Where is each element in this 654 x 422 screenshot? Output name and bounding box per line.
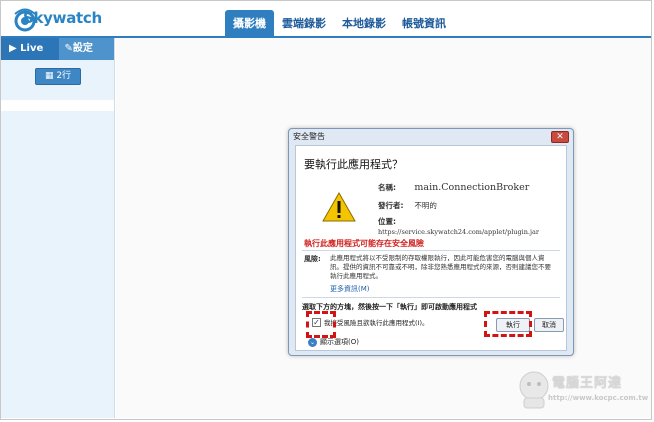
logo-text: Skywatch	[23, 9, 102, 27]
publisher-value: 不明的	[414, 201, 437, 210]
risk-title: 執行此應用程式可能存在安全風險	[304, 239, 424, 248]
show-options-toggle[interactable]: ⌄ 顯示選項(O)	[308, 337, 359, 347]
publisher-row: 發行者: 不明的	[378, 200, 437, 211]
divider	[302, 297, 560, 298]
show-options-label: 顯示選項(O)	[320, 338, 359, 346]
grid-layout-button[interactable]: ▦ 2行	[35, 68, 81, 85]
more-info-link[interactable]: 更多資訊(M)	[330, 284, 370, 294]
highlight-checkbox	[306, 311, 336, 338]
location-row: 位置: https://service.skywatch24.com/apple…	[378, 216, 566, 236]
sidebar-tab-settings-label: 設定	[72, 43, 93, 54]
top-header: Skywatch 攝影機 雲端錄影 本地錄影 帳號資訊	[1, 1, 651, 37]
camera-list-slot	[1, 100, 114, 111]
cancel-button[interactable]: 取消	[534, 318, 564, 332]
chevron-down-icon: ⌄	[308, 337, 317, 347]
sidebar-tab-live[interactable]: ▶ Live	[1, 38, 59, 60]
sidebar-tabs: ▶ Live ✎設定	[1, 38, 114, 60]
tab-cloud-recordings[interactable]: 雲端錄影	[274, 10, 334, 37]
watermark-text: 電腦王阿達	[552, 376, 623, 391]
app-name-value: main.ConnectionBroker	[414, 182, 530, 193]
pencil-icon: ✎	[64, 43, 73, 54]
app-name-label: 名稱:	[378, 183, 396, 192]
dialog-heading: 要執行此應用程式？	[304, 158, 403, 171]
tab-local-recordings[interactable]: 本地錄影	[334, 10, 394, 37]
risk-label: 風險:	[304, 255, 321, 263]
tab-account-info[interactable]: 帳號資訊	[394, 10, 454, 37]
grid-layout-label: 2行	[56, 71, 72, 81]
tab-cameras[interactable]: 攝影機	[225, 10, 274, 37]
app-name-row: 名稱: main.ConnectionBroker	[378, 182, 529, 193]
accept-risk-label: 我接受風險且欲執行此應用程式(I)。	[324, 319, 429, 327]
sidebar: ▶ Live ✎設定 ▦ 2行	[1, 38, 115, 418]
dialog-title: 安全警告	[293, 132, 325, 141]
divider	[302, 250, 560, 251]
highlight-run-button	[484, 311, 532, 337]
watermark-url: http://www.kocpc.com.tw	[548, 394, 649, 402]
publisher-label: 發行者:	[378, 201, 404, 210]
location-value: https://service.skywatch24.com/applet/pl…	[378, 228, 539, 236]
location-label: 位置:	[378, 217, 396, 226]
dialog-close-button[interactable]: ✕	[551, 131, 569, 143]
risk-description: 此應用程式將以不受限制的存取權限執行，因此可能危害您的電腦與個人資訊。提供的資訊…	[330, 254, 551, 280]
sidebar-tab-settings[interactable]: ✎設定	[58, 38, 114, 60]
main-nav: 攝影機 雲端錄影 本地錄影 帳號資訊	[225, 10, 454, 37]
grid-icon: ▦	[44, 71, 57, 81]
warning-icon	[322, 192, 356, 222]
